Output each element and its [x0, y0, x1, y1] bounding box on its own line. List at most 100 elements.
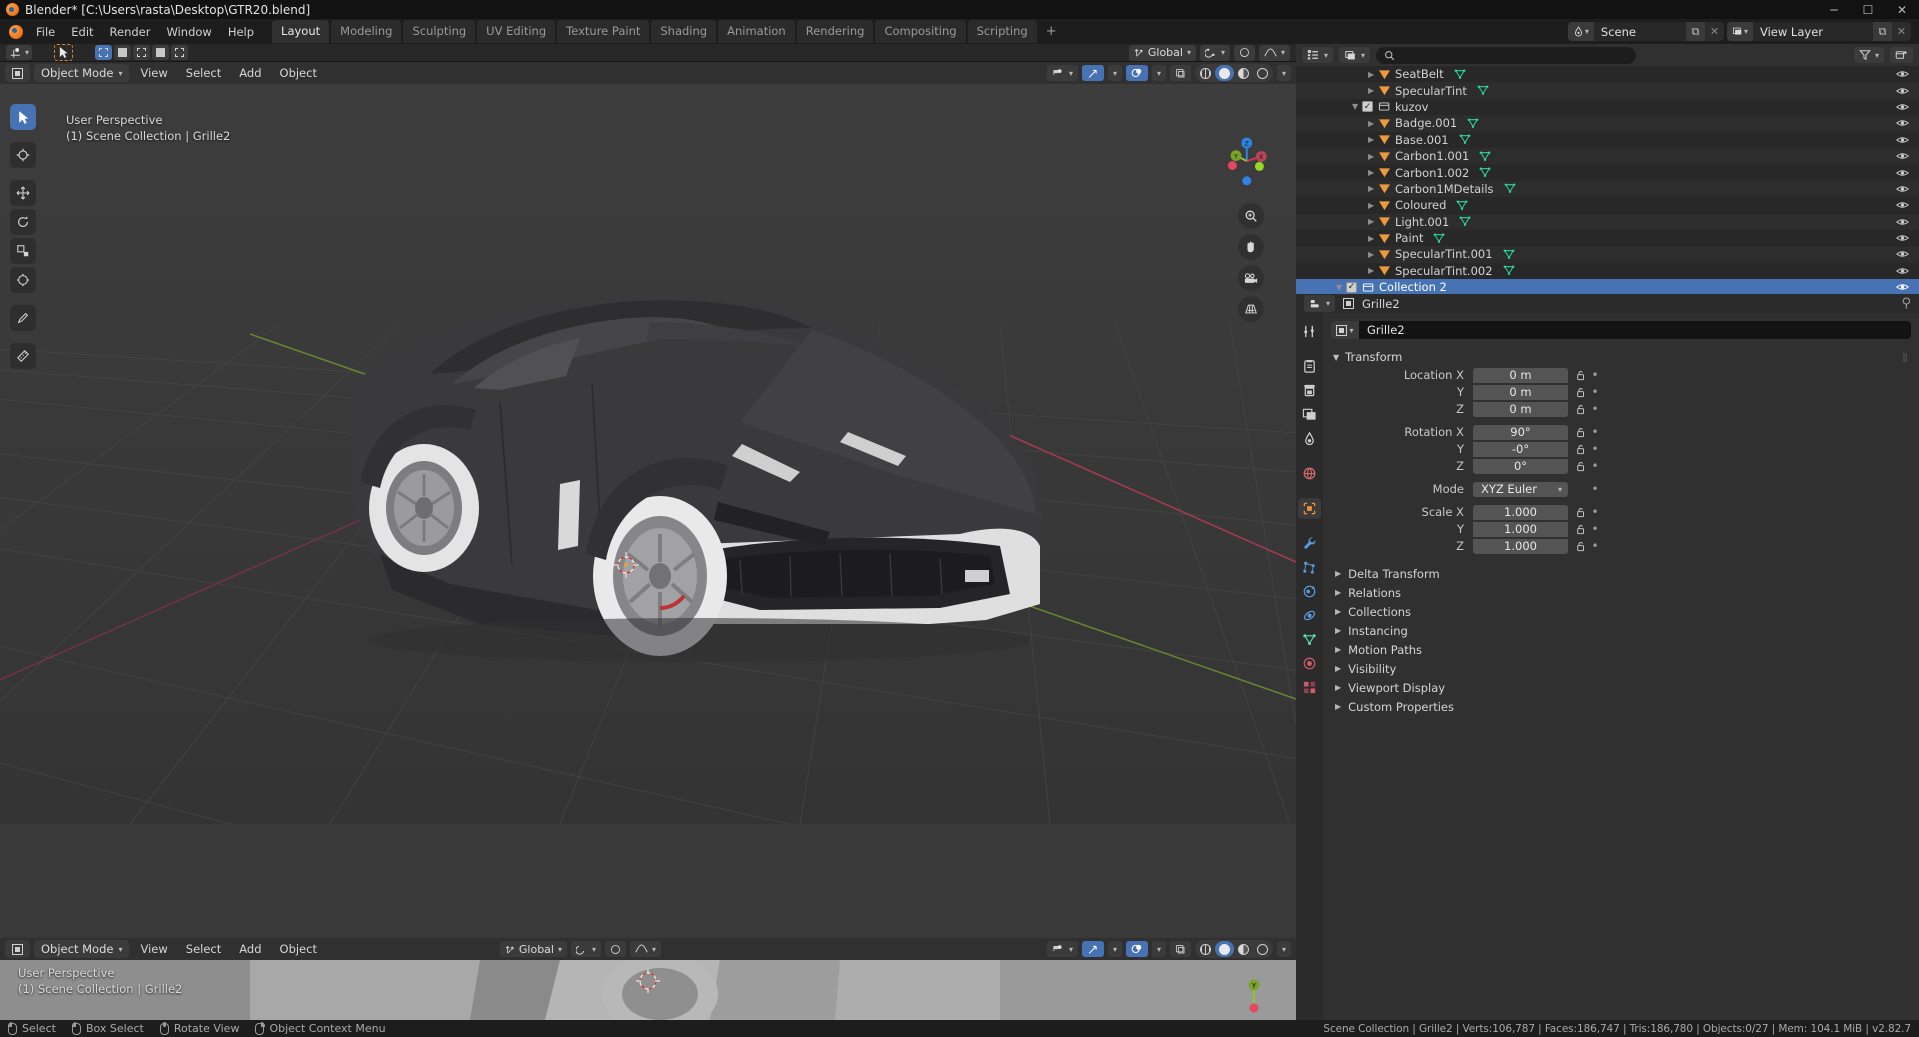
- properties-panel-delta-transform[interactable]: ▶ Delta Transform: [1323, 564, 1919, 583]
- outliner-row[interactable]: ▶ Light.001: [1296, 213, 1919, 230]
- rotation-x-animate-dot[interactable]: •: [1589, 425, 1601, 439]
- close-button[interactable]: ✕: [1885, 0, 1919, 19]
- secondary-gizmo-toggle[interactable]: [1081, 941, 1104, 957]
- select-subtract-button[interactable]: [133, 45, 151, 60]
- properties-panel-collections[interactable]: ▶ Collections: [1323, 602, 1919, 621]
- gizmo-toggle[interactable]: [1081, 65, 1104, 81]
- secondary-solid-button[interactable]: [1214, 941, 1234, 957]
- properties-tab-material[interactable]: [1298, 653, 1321, 674]
- scale-z-animate-dot[interactable]: •: [1589, 539, 1601, 553]
- add-workspace-button[interactable]: +: [1039, 21, 1064, 42]
- secondary-visibility-selector[interactable]: ▾: [1046, 941, 1078, 957]
- menu-edit[interactable]: Edit: [63, 22, 101, 42]
- camera-view-button[interactable]: [1238, 265, 1264, 291]
- properties-tab-physics[interactable]: [1298, 581, 1321, 602]
- properties-tab-constraints[interactable]: [1298, 605, 1321, 626]
- visibility-eye-icon[interactable]: [1896, 102, 1909, 112]
- outliner-row[interactable]: ▶ Carbon1MDetails: [1296, 180, 1919, 198]
- viewport-menu-select[interactable]: Select: [179, 64, 228, 82]
- scale-z-field[interactable]: 1.000: [1473, 538, 1568, 554]
- outliner-row[interactable]: ▶ SeatBelt: [1296, 66, 1919, 82]
- properties-tab-tool[interactable]: [1298, 321, 1321, 342]
- secondary-menu-add[interactable]: Add: [232, 940, 268, 958]
- secondary-orientation-selector[interactable]: Global ▾: [499, 941, 567, 957]
- mesh-data-icon[interactable]: [1454, 69, 1466, 80]
- properties-tab-render[interactable]: [1298, 356, 1321, 377]
- tool-transform[interactable]: [10, 267, 36, 293]
- properties-panel-motion-paths[interactable]: ▶ Motion Paths: [1323, 640, 1919, 659]
- location-y-animate-dot[interactable]: •: [1589, 385, 1601, 399]
- rotation-x-field[interactable]: 90°: [1473, 424, 1568, 440]
- properties-tab-world[interactable]: [1298, 463, 1321, 484]
- outliner-row[interactable]: ▼ ✓ kuzov: [1296, 99, 1919, 115]
- outliner-row[interactable]: ▶ SpecularTint.001: [1296, 246, 1919, 263]
- remove-view-layer-button[interactable]: ✕: [1892, 22, 1911, 41]
- overlays-dropdown[interactable]: ▾: [1151, 65, 1166, 81]
- pan-view-button[interactable]: [1238, 234, 1264, 260]
- properties-tab-strip[interactable]: [1296, 313, 1323, 1020]
- tab-rendering[interactable]: Rendering: [796, 20, 874, 43]
- rotation-z-animate-dot[interactable]: •: [1589, 459, 1601, 473]
- secondary-xray-toggle[interactable]: [1169, 941, 1191, 957]
- secondary-snap-toggle[interactable]: ▾: [571, 941, 602, 957]
- tab-animation[interactable]: Animation: [718, 20, 795, 43]
- location-z-lock-icon[interactable]: [1573, 404, 1589, 415]
- rotation-y-animate-dot[interactable]: •: [1589, 442, 1601, 456]
- scene-selector[interactable]: ▾ Scene ⧉ ✕: [1567, 22, 1724, 41]
- location-z-field[interactable]: 0 m: [1473, 401, 1568, 417]
- mesh-data-icon[interactable]: [1479, 151, 1491, 162]
- overlays-toggle[interactable]: [1125, 65, 1148, 81]
- outliner-row[interactable]: ▶ Badge.001: [1296, 115, 1919, 132]
- tab-layout[interactable]: Layout: [272, 20, 330, 43]
- secondary-editor-type-selector[interactable]: [5, 940, 30, 958]
- location-z-animate-dot[interactable]: •: [1589, 402, 1601, 416]
- expand-triangle-icon[interactable]: ▼: [1352, 102, 1362, 111]
- rendered-shading-button[interactable]: [1253, 65, 1272, 81]
- snap-toggle[interactable]: ▾: [1199, 44, 1230, 61]
- expand-triangle-icon[interactable]: ▶: [1368, 168, 1378, 177]
- visibility-eye-icon[interactable]: [1896, 184, 1909, 194]
- maximize-button[interactable]: ☐: [1851, 0, 1885, 19]
- scale-x-lock-icon[interactable]: [1573, 507, 1589, 518]
- zoom-view-button[interactable]: [1238, 203, 1264, 229]
- menu-help[interactable]: Help: [220, 22, 262, 42]
- object-datablock-icon[interactable]: ▾: [1331, 321, 1359, 339]
- visibility-eye-icon[interactable]: [1896, 86, 1909, 96]
- select-intersect-button[interactable]: [171, 45, 189, 60]
- secondary-overlays-dropdown[interactable]: ▾: [1151, 941, 1166, 957]
- tab-shading[interactable]: Shading: [651, 20, 717, 43]
- mesh-data-icon[interactable]: [1467, 118, 1479, 129]
- secondary-wireframe-button[interactable]: [1196, 941, 1215, 957]
- minimize-button[interactable]: ─: [1817, 0, 1851, 19]
- expand-triangle-icon[interactable]: ▶: [1368, 217, 1378, 226]
- tab-scripting[interactable]: Scripting: [967, 20, 1037, 43]
- visibility-eye-icon[interactable]: [1896, 135, 1909, 145]
- object-name-field[interactable]: Grille2: [1359, 321, 1911, 339]
- expand-triangle-icon[interactable]: ▶: [1368, 135, 1378, 144]
- visibility-eye-icon[interactable]: [1896, 200, 1909, 210]
- scale-x-field[interactable]: 1.000: [1473, 504, 1568, 520]
- proportional-falloff-selector[interactable]: ▾: [1258, 44, 1290, 61]
- secondary-menu-view[interactable]: View: [133, 940, 174, 958]
- tab-compositing[interactable]: Compositing: [875, 20, 966, 43]
- location-y-lock-icon[interactable]: [1573, 387, 1589, 398]
- menu-window[interactable]: Window: [158, 22, 219, 42]
- visibility-eye-icon[interactable]: [1896, 282, 1909, 292]
- remove-scene-button[interactable]: ✕: [1704, 22, 1724, 41]
- properties-panel-viewport-display[interactable]: ▶ Viewport Display: [1323, 678, 1919, 697]
- location-x-field[interactable]: 0 m: [1473, 367, 1568, 383]
- secondary-rendered-button[interactable]: [1253, 941, 1272, 957]
- collection-checkbox[interactable]: ✓: [1346, 281, 1357, 293]
- visibility-eye-icon[interactable]: [1896, 233, 1909, 243]
- outliner-tree[interactable]: ▶ SeatBelt ▶ SpecularTint ▼ ✓ kuzov ▶ Badge.001 ▶…: [1296, 66, 1919, 294]
- secondary-shading-dropdown[interactable]: ▾: [1276, 941, 1291, 957]
- expand-triangle-icon[interactable]: ▶: [1368, 86, 1378, 95]
- visibility-eye-icon[interactable]: [1896, 217, 1909, 227]
- rotation-y-lock-icon[interactable]: [1573, 444, 1589, 455]
- visibility-eye-icon[interactable]: [1896, 118, 1909, 128]
- outliner-row[interactable]: ▶ Paint: [1296, 230, 1919, 246]
- scale-y-lock-icon[interactable]: [1573, 524, 1589, 535]
- expand-triangle-icon[interactable]: ▶: [1368, 234, 1378, 243]
- scale-y-field[interactable]: 1.000: [1473, 521, 1568, 537]
- rotation-z-lock-icon[interactable]: [1573, 461, 1589, 472]
